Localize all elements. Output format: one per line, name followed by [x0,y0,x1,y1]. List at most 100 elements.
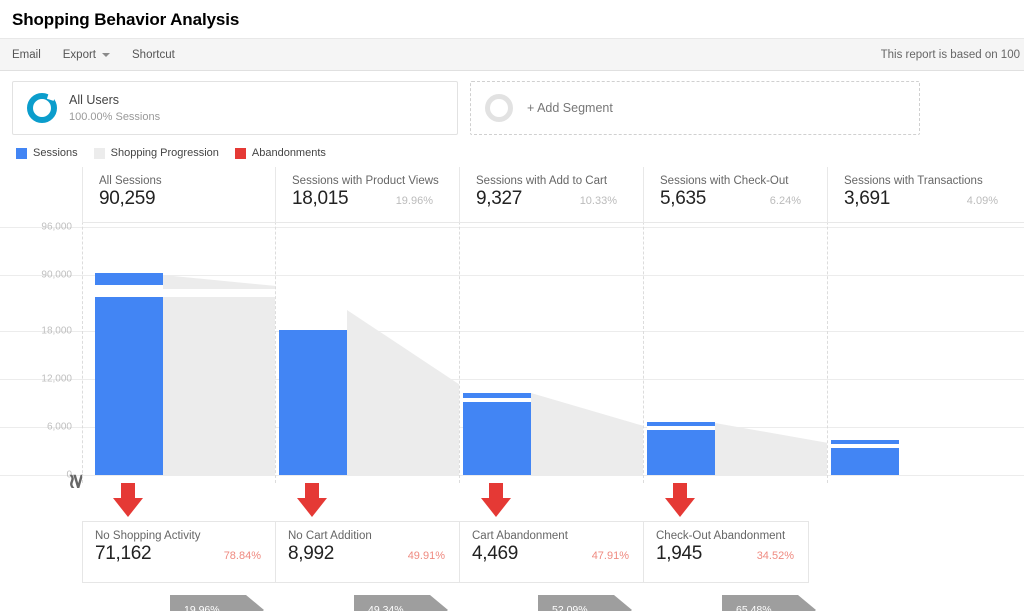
abandonment-arrow-icon [113,483,143,517]
funnel-header-name: Sessions with Transactions [844,175,983,187]
transition-arrow-2: 52.09% [538,595,632,611]
bar-check-out[interactable] [647,430,715,475]
email-button[interactable]: Email [12,49,41,61]
transition-label-0: 19.96% [184,604,220,611]
gridline-96000 [0,227,1024,228]
abandonment-cell-no-shopping-activity[interactable]: No Shopping Activity 71,162 78.84% [82,521,275,583]
segment-name: All Users [69,92,120,107]
funnel-header-value: 90,259 [99,188,156,209]
bar-add-to-cart-cap[interactable] [463,393,531,400]
report-toolbar: Email Export Shortcut This report is bas… [0,38,1024,71]
abandonment-value: 4,469 [472,543,519,564]
email-label: Email [12,48,41,61]
progression-shape-1 [347,310,459,475]
progression-shape-3 [715,423,827,475]
legend-label-abandonments: Abandonments [251,147,326,159]
abandonment-arrow-icon [297,483,327,517]
abandonment-pct: 47.91% [591,550,629,562]
legend-swatch-shopping-progression [93,147,105,159]
transition-arrow-0: 19.96% [170,595,264,611]
y-axis-tick-6000: 6,000 [46,421,72,433]
abandonment-pct: 49.91% [407,550,445,562]
segment-sessions-pct: 100.00% Sessions [69,110,161,123]
abandonment-name: Cart Abandonment [472,530,568,542]
abandonment-name: No Cart Addition [288,530,372,542]
chevron-down-icon [102,52,111,57]
abandonment-value: 71,162 [95,543,152,564]
segment-text: All Users 100.00% Sessions [69,92,160,125]
bar-all-sessions-cap[interactable] [95,273,163,287]
add-segment-button[interactable]: + Add Segment [470,81,920,135]
funnel-header-value: 5,635 [660,188,707,209]
abandonment-row: No Shopping Activity 71,162 78.84% No Ca… [0,521,1024,583]
bar-product-views[interactable] [279,330,347,475]
abandonment-pct: 78.84% [223,550,261,562]
bar-all-sessions[interactable] [95,297,163,475]
y-axis-tick-18000: 18,000 [41,325,72,337]
export-button[interactable]: Export [62,48,111,61]
legend-label-shopping-progression: Shopping Progression [110,147,219,159]
abandonment-value: 8,992 [288,543,335,564]
abandonment-cell-no-cart-addition[interactable]: No Cart Addition 8,992 49.91% [275,521,459,583]
abandonment-arrow-icon [481,483,511,517]
segment-donut-icon [27,93,57,123]
bar-transactions[interactable] [831,448,899,475]
funnel-header-add-to-cart[interactable]: Sessions with Add to Cart 9,327 10.33% [459,167,643,223]
legend-swatch-abandonments [234,147,246,159]
shortcut-button[interactable]: Shortcut [132,49,175,61]
transition-arrow-1: 49.34% [354,595,448,611]
funnel-header-name: Sessions with Check-Out [660,175,789,187]
bar-check-out-cap[interactable] [647,422,715,428]
progression-shape-0 [163,297,275,475]
progression-shape-2 [531,393,643,475]
funnel-header-name: Sessions with Add to Cart [476,175,608,187]
funnel-header-pct: 4.09% [966,195,998,207]
axis-break-icon: ≳ [66,473,88,490]
chart-legend: Sessions Shopping Progression Abandonmen… [0,135,1024,167]
legend-item-sessions[interactable]: Sessions [16,147,78,159]
funnel-header-value: 9,327 [476,188,523,209]
funnel-header-name: All Sessions [99,175,162,187]
bar-add-to-cart[interactable] [463,402,531,475]
segment-bar: All Users 100.00% Sessions + Add Segment [0,71,1024,135]
abandonment-cell-check-out-abandonment[interactable]: Check-Out Abandonment 1,945 34.52% [643,521,809,583]
legend-swatch-sessions [16,147,27,159]
funnel-header-pct: 19.96% [395,195,433,207]
gridline-0 [0,475,1024,476]
abandonment-value: 1,945 [656,543,703,564]
bar-transactions-cap[interactable] [831,440,899,446]
y-axis-tick-90000: 90,000 [41,269,72,281]
funnel-header-pct: 6.24% [769,195,801,207]
funnel-header-check-out[interactable]: Sessions with Check-Out 5,635 6.24% [643,167,827,223]
funnel-header-row: All Sessions 90,259 Sessions with Produc… [0,167,1024,223]
abandonment-name: No Shopping Activity [95,530,201,542]
y-axis-tick-96000: 96,000 [41,221,72,233]
funnel-header-transactions[interactable]: Sessions with Transactions 3,691 4.09% [827,167,1024,223]
abandonment-name: Check-Out Abandonment [656,530,786,542]
header-spacer [0,167,82,223]
y-axis-tick-12000: 12,000 [41,373,72,385]
funnel-header-all-sessions[interactable]: All Sessions 90,259 [82,167,275,223]
transition-arrow-3: 65.48% [722,595,816,611]
export-label: Export [62,48,97,61]
add-segment-label: + Add Segment [527,101,613,115]
progression-shape-0-top [163,275,275,289]
funnel-header-name: Sessions with Product Views [292,175,439,187]
transition-label-2: 52.09% [552,604,588,611]
abandonment-arrow-icon [665,483,695,517]
segment-all-users[interactable]: All Users 100.00% Sessions [12,81,458,135]
abandonment-spacer [0,521,82,583]
legend-item-abandonments[interactable]: Abandonments [234,147,326,159]
abandonment-pct: 34.52% [756,550,794,562]
legend-label-sessions: Sessions [33,147,78,159]
abandonment-cell-cart-abandonment[interactable]: Cart Abandonment 4,469 47.91% [459,521,643,583]
funnel-header-value: 18,015 [292,188,349,209]
shopping-funnel-chart: 96,000 90,000 18,000 12,000 6,000 0 ≳ 19… [0,167,1024,597]
funnel-header-pct: 10.33% [579,195,617,207]
funnel-header-value: 3,691 [844,188,891,209]
legend-item-shopping-progression[interactable]: Shopping Progression [93,147,219,159]
funnel-header-product-views[interactable]: Sessions with Product Views 18,015 19.96… [275,167,459,223]
sampling-note: This report is based on 100 [880,48,1020,61]
add-segment-donut-icon [485,94,513,122]
shortcut-label: Shortcut [132,48,175,61]
